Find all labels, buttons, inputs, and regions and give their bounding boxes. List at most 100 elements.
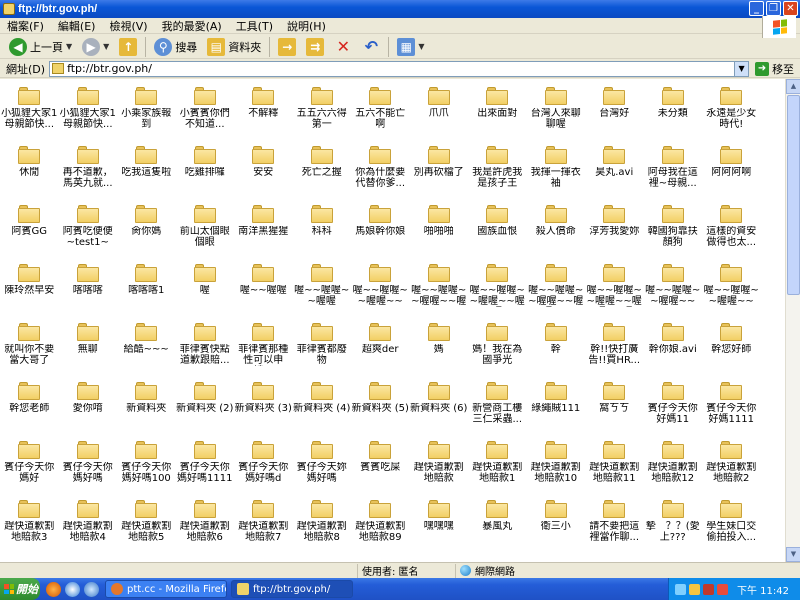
scroll-thumb[interactable]: [787, 95, 800, 295]
folder-item[interactable]: 馬娘幹你娘: [351, 205, 410, 264]
folder-item[interactable]: 新資料夾: [117, 382, 176, 441]
folder-item[interactable]: 小狐貍大家1母親節快...: [0, 87, 59, 146]
folder-item[interactable]: 媽: [410, 323, 469, 382]
folder-item[interactable]: 趕快道歉割地賠款8: [293, 500, 352, 559]
menu-file[interactable]: 檔案(F): [0, 18, 51, 34]
folder-item[interactable]: 新資料夾 (6): [410, 382, 469, 441]
up-folder-button[interactable]: ↑: [114, 36, 142, 58]
folder-item[interactable]: 這樣的資安做得也太...: [702, 205, 761, 264]
folder-item[interactable]: 喔~~喔喔~~喔喔~~喔喔: [468, 264, 527, 323]
folder-item[interactable]: 趕快道歉割地賠款11: [585, 441, 644, 500]
folder-item[interactable]: 窩ㄎㄎ: [585, 382, 644, 441]
folder-item[interactable]: 衛三小: [527, 500, 586, 559]
folder-item[interactable]: 幹!!快打廣告!!買HR...: [585, 323, 644, 382]
folder-item[interactable]: 五六不能亡啊: [351, 87, 410, 146]
folder-item[interactable]: 綠繩賊111: [527, 382, 586, 441]
folder-item[interactable]: 小狐貍大家1母親節快...: [59, 87, 118, 146]
antivirus-icon[interactable]: [703, 583, 714, 595]
address-dropdown-button[interactable]: ▼: [734, 61, 749, 76]
folder-item[interactable]: 菲律賓快點道歉跟賠...: [176, 323, 235, 382]
minimize-button[interactable]: _: [749, 1, 764, 16]
title-bar[interactable]: ftp://btr.gov.ph/ _ ❐ ✕: [0, 0, 800, 18]
folder-item[interactable]: 南洋黑猩猩: [234, 205, 293, 264]
forward-button[interactable]: ▶ ▼: [77, 36, 114, 58]
folder-item[interactable]: 新資料夾 (3): [234, 382, 293, 441]
folder-item[interactable]: 韓國狗靠扶顏狗: [644, 205, 703, 264]
scroll-down-button[interactable]: ▼: [786, 547, 800, 562]
folder-item[interactable]: 請不要把這裡當作聊...: [585, 500, 644, 559]
folder-item[interactable]: 趕快道歉割地賠款3: [0, 500, 59, 559]
folder-item[interactable]: 趕快道歉割地賠款7: [234, 500, 293, 559]
folder-item[interactable]: 趕快道歉割地賠款4: [59, 500, 118, 559]
folder-item[interactable]: 永遠是少女時代!: [702, 87, 761, 146]
folder-item[interactable]: 阿賓吃便便~test1~: [59, 205, 118, 264]
folder-item[interactable]: 科科: [293, 205, 352, 264]
back-button[interactable]: ◀ 上一頁 ▼: [4, 36, 77, 58]
folder-item[interactable]: 幹你娘.avi: [644, 323, 703, 382]
folder-item[interactable]: 陳玲然早安: [0, 264, 59, 323]
delete-button[interactable]: ✕: [329, 36, 357, 58]
folder-item[interactable]: 肏你媽: [117, 205, 176, 264]
folder-item[interactable]: 喔~~喔喔~~喔喔~~: [702, 264, 761, 323]
folder-item[interactable]: 學生妹口交偷拍投入...: [702, 500, 761, 559]
folder-item[interactable]: 阿阿阿啊: [702, 146, 761, 205]
maximize-button[interactable]: ❐: [766, 1, 781, 16]
folder-item[interactable]: 台灣好: [585, 87, 644, 146]
folder-item[interactable]: 超爽der: [351, 323, 410, 382]
folder-item[interactable]: 賓仔今天妳媽好嗎: [293, 441, 352, 500]
search-button[interactable]: ⚲ 搜尋: [149, 36, 202, 58]
views-button[interactable]: ▦ ▼: [392, 36, 429, 58]
folder-item[interactable]: 喔~~喔喔: [234, 264, 293, 323]
folder-item[interactable]: 前山太個眼個眼: [176, 205, 235, 264]
vertical-scrollbar[interactable]: ▲ ▼: [785, 79, 800, 562]
folder-item[interactable]: 給酷~~~: [117, 323, 176, 382]
folder-item[interactable]: 昊丸.avi: [585, 146, 644, 205]
ie-icon[interactable]: [65, 581, 80, 597]
folder-item[interactable]: 趕快道歉割地賠款10: [527, 441, 586, 500]
folder-item[interactable]: 暴風丸: [468, 500, 527, 559]
folder-item[interactable]: 出來面對: [468, 87, 527, 146]
folder-item[interactable]: 賓仔今天你好媽11: [644, 382, 703, 441]
folder-item[interactable]: 再不道歉，馬英九就...: [59, 146, 118, 205]
folder-item[interactable]: 國族血恨: [468, 205, 527, 264]
firefox-icon[interactable]: [46, 581, 61, 597]
folder-item[interactable]: 小乘家族報到: [117, 87, 176, 146]
address-input[interactable]: ftp://btr.gov.ph/ ▼: [49, 60, 750, 77]
copy-to-button[interactable]: ⇉: [301, 36, 329, 58]
folder-item[interactable]: 媽！我在為國爭光: [468, 323, 527, 382]
folder-item[interactable]: 賓仔今天你媽好嗎100: [117, 441, 176, 500]
alert-icon[interactable]: [717, 583, 728, 595]
folder-item[interactable]: 賓仔今天你媽好嗎1111: [176, 441, 235, 500]
folder-item[interactable]: 喔~~喔喔~~喔喔~~: [351, 264, 410, 323]
folder-item[interactable]: 別再砍檔了: [410, 146, 469, 205]
close-button[interactable]: ✕: [783, 1, 798, 16]
taskbar-item-firefox[interactable]: ptt.cc - Mozilla Firefox: [105, 580, 227, 598]
folder-item[interactable]: 阿賓GG: [0, 205, 59, 264]
start-button[interactable]: 開始: [0, 578, 40, 600]
folder-item[interactable]: 新資料夾 (4): [293, 382, 352, 441]
folder-item[interactable]: 趕快道歉割地賠款6: [176, 500, 235, 559]
folder-item[interactable]: 殺人償命: [527, 205, 586, 264]
folder-item[interactable]: 摯 ？？(愛上???: [644, 500, 703, 559]
folder-item[interactable]: 菲律賓那種性可以申請...: [234, 323, 293, 382]
folder-item[interactable]: 啪啪啪: [410, 205, 469, 264]
go-button[interactable]: ➜ 移至: [755, 61, 794, 77]
folder-item[interactable]: 爪爪: [410, 87, 469, 146]
folder-item[interactable]: 嘿嘿嘿: [410, 500, 469, 559]
folder-item[interactable]: 趕快道歉割地賠款89: [351, 500, 410, 559]
folder-item[interactable]: 喀喀喀1: [117, 264, 176, 323]
folder-item[interactable]: 無聊: [59, 323, 118, 382]
folder-item[interactable]: 小賓賓你們不知道...: [176, 87, 235, 146]
folder-item[interactable]: 五五六六得第一: [293, 87, 352, 146]
folder-item[interactable]: 趕快道歉割地賠款5: [117, 500, 176, 559]
folder-item[interactable]: 喔~~喔喔~~喔喔~~喔喔~~: [527, 264, 586, 323]
menu-favorites[interactable]: 我的最愛(A): [155, 18, 229, 34]
folder-item[interactable]: 不解釋: [234, 87, 293, 146]
folder-item[interactable]: 賓仔今天你媽好嗎: [59, 441, 118, 500]
folder-item[interactable]: 淳芳我愛妳: [585, 205, 644, 264]
file-list-pane[interactable]: 小狐貍大家1母親節快... 小狐貍大家1母親節快... 小乘家族報到 小賓賓你們不知道…: [0, 79, 785, 562]
folder-item[interactable]: 喔~~喔喔~~喔喔~~喔: [410, 264, 469, 323]
menu-view[interactable]: 檢視(V): [102, 18, 154, 34]
folder-item[interactable]: 休閒: [0, 146, 59, 205]
shield-icon[interactable]: [689, 583, 700, 595]
